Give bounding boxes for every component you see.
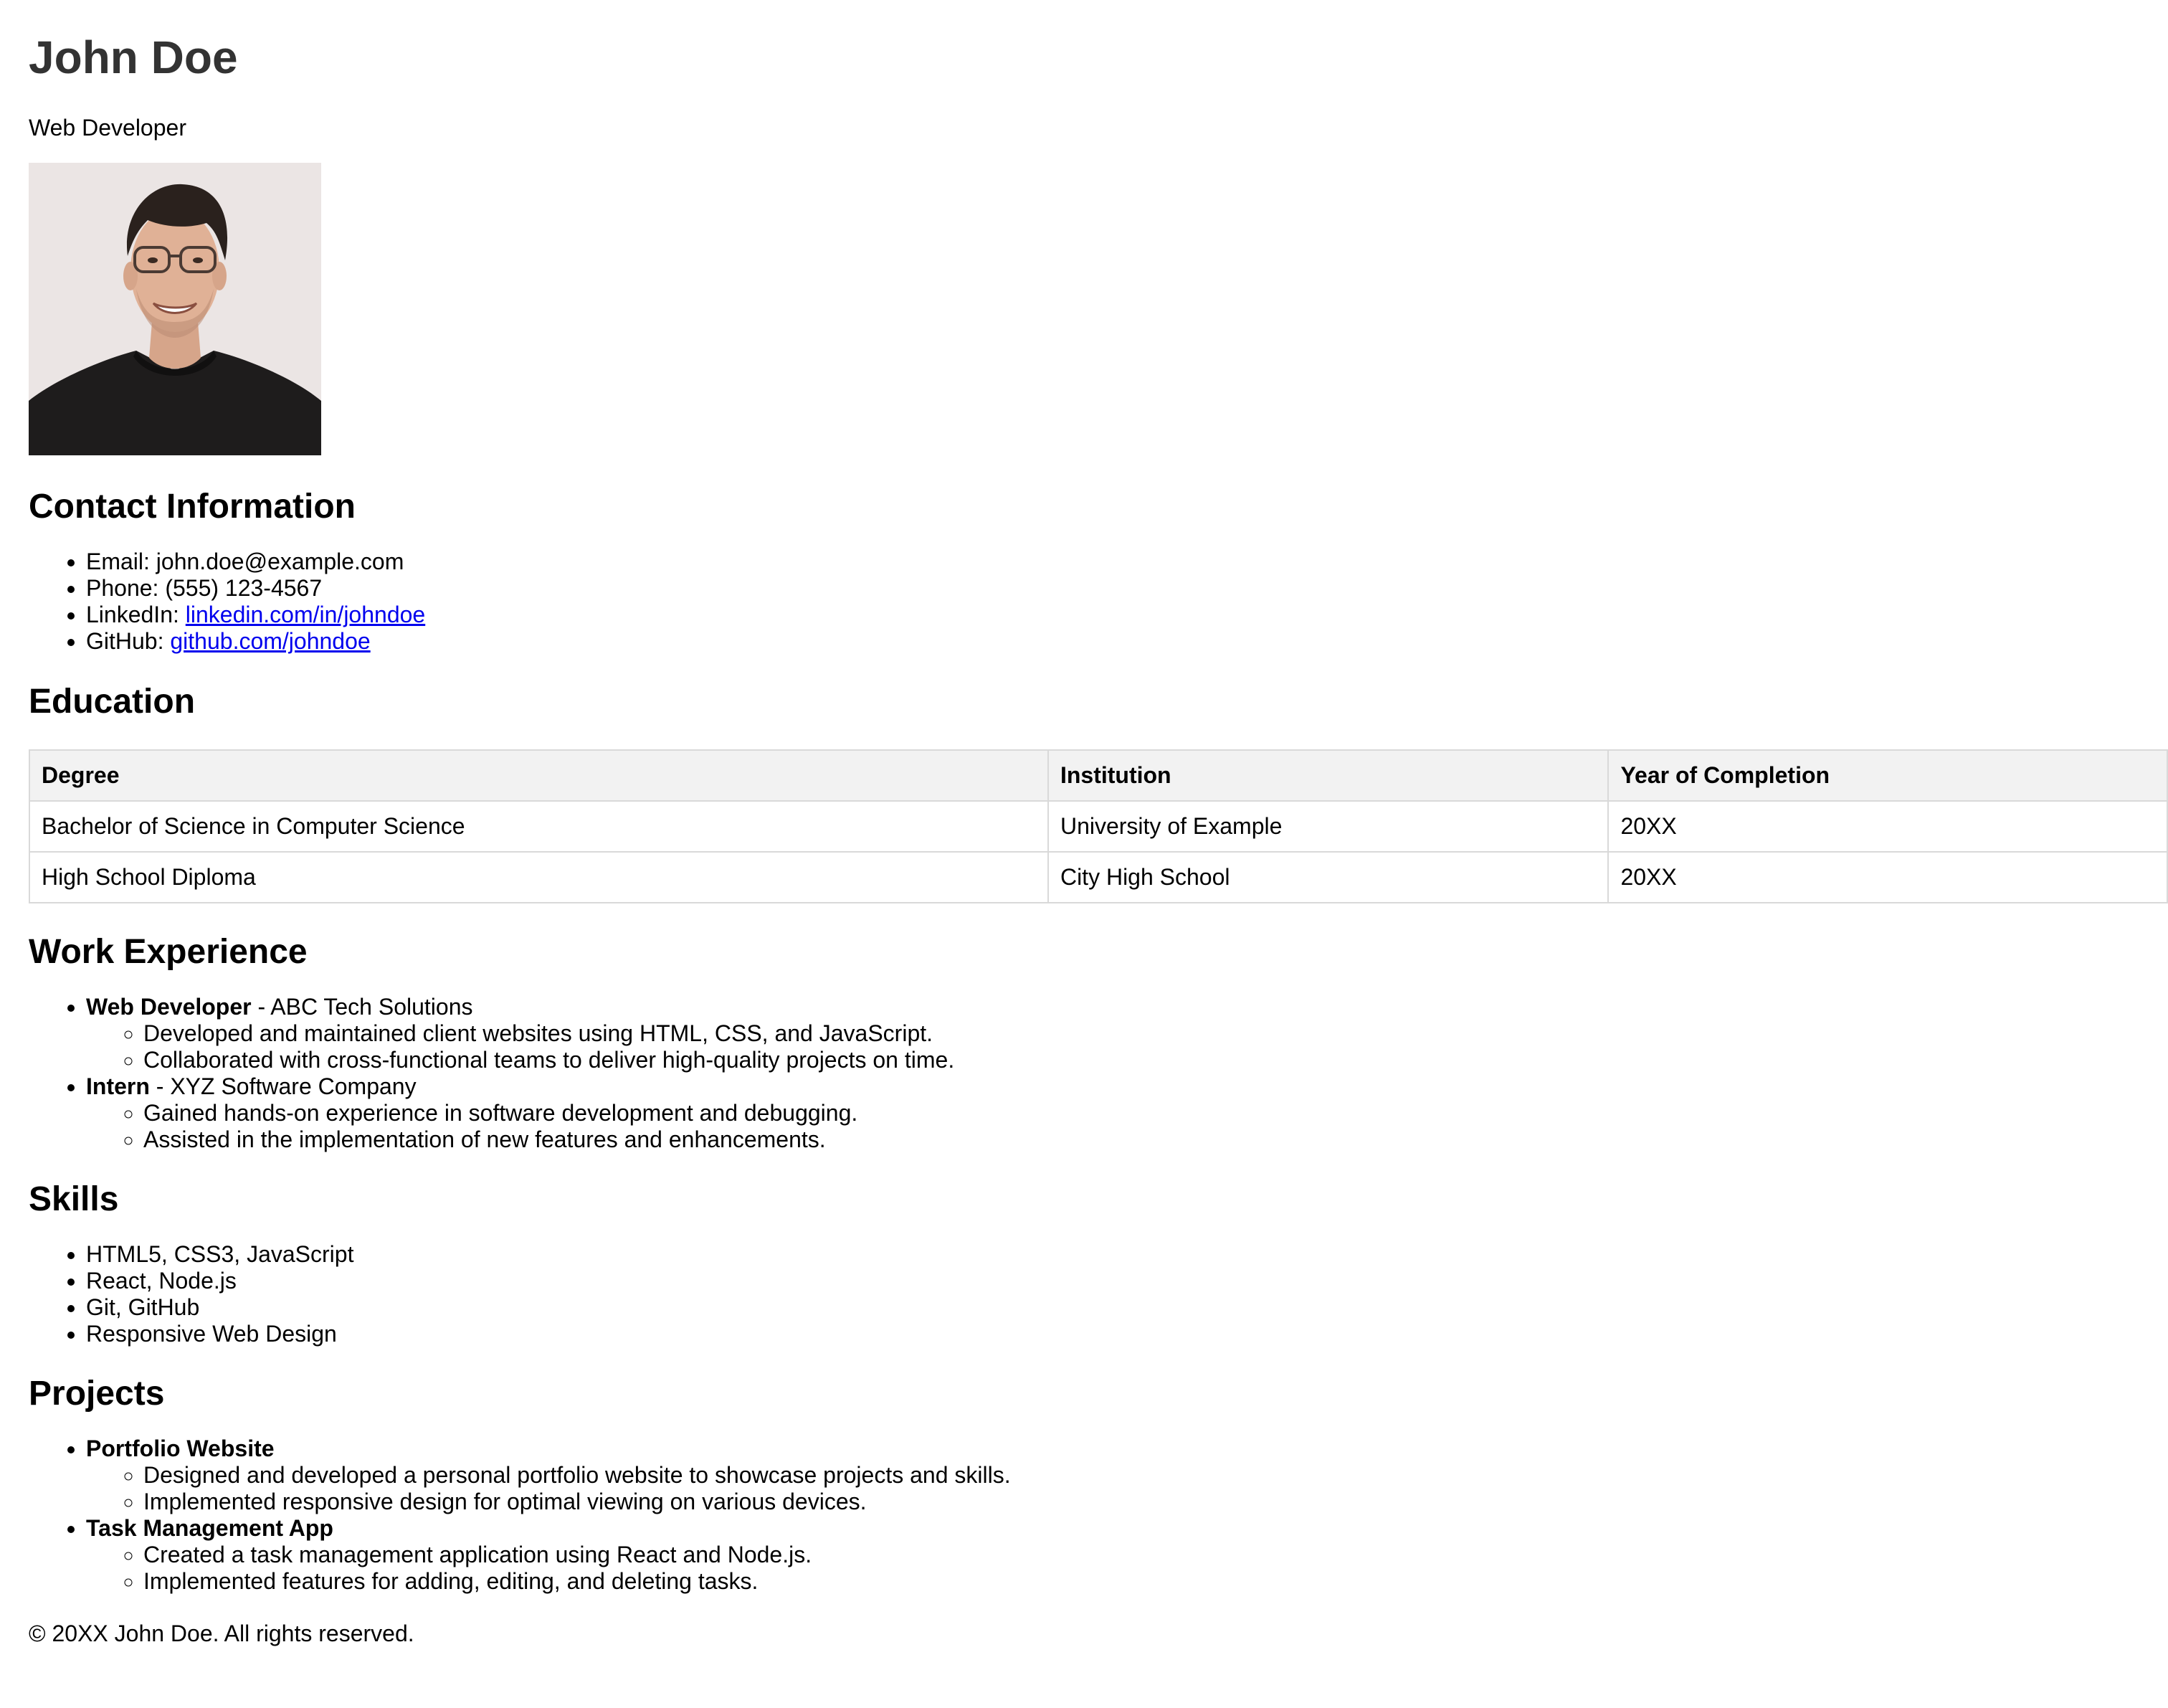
skill-item: React, Node.js — [86, 1268, 2139, 1294]
project-detail: Designed and developed a personal portfo… — [143, 1462, 2139, 1489]
work-experience-heading: Work Experience — [29, 933, 308, 971]
project-detail: Created a task management application us… — [143, 1542, 2139, 1568]
project-name: Task Management App — [86, 1515, 333, 1541]
project-item: Task Management App Created a task manag… — [86, 1515, 2139, 1595]
job-detail: Gained hands-on experience in software d… — [143, 1100, 2139, 1126]
skill-item: HTML5, CSS3, JavaScript — [86, 1241, 2139, 1268]
job-company: - ABC Tech Solutions — [251, 994, 473, 1020]
contact-phone: Phone: (555) 123-4567 — [86, 575, 2139, 602]
column-header-institution: Institution — [1047, 749, 1610, 802]
profile-photo-illustration — [29, 163, 321, 455]
contact-list: Email: john.doe@example.com Phone: (555)… — [29, 549, 2139, 655]
project-name: Portfolio Website — [86, 1436, 275, 1461]
job-detail: Assisted in the implementation of new fe… — [143, 1126, 2139, 1153]
github-label: GitHub: — [86, 628, 171, 654]
contact-heading: Contact Information — [29, 488, 356, 526]
project-item: Portfolio Website Designed and developed… — [86, 1436, 2139, 1515]
table-row: Bachelor of Science in Computer Science … — [29, 800, 2168, 853]
job-detail: Collaborated with cross-functional teams… — [143, 1047, 2139, 1073]
job-title: Web Developer — [29, 115, 186, 141]
column-header-year: Year of Completion — [1607, 749, 2168, 802]
job-item: Web Developer - ABC Tech Solutions Devel… — [86, 994, 2139, 1073]
phone-value: (555) 123-4567 — [165, 575, 323, 601]
work-list: Web Developer - ABC Tech Solutions Devel… — [29, 994, 2139, 1153]
job-role: Web Developer — [86, 994, 252, 1020]
project-details: Created a task management application us… — [86, 1542, 2139, 1595]
linkedin-label: LinkedIn: — [86, 602, 186, 627]
email-value: john.doe@example.com — [156, 549, 404, 574]
skill-item: Responsive Web Design — [86, 1321, 2139, 1347]
github-link[interactable]: github.com/johndoe — [170, 628, 370, 654]
project-detail: Implemented responsive design for optima… — [143, 1489, 2139, 1515]
projects-heading: Projects — [29, 1375, 165, 1413]
linkedin-link[interactable]: linkedin.com/in/johndoe — [186, 602, 425, 627]
footer-copyright: © 20XX John Doe. All rights reserved. — [29, 1621, 414, 1646]
institution-cell: University of Example — [1047, 800, 1610, 853]
profile-photo — [29, 163, 321, 455]
phone-label: Phone: — [86, 575, 166, 601]
education-heading: Education — [29, 683, 196, 721]
skill-item: Git, GitHub — [86, 1294, 2139, 1321]
education-table: Degree Institution Year of Completion Ba… — [29, 749, 2168, 903]
job-role: Intern — [86, 1073, 150, 1099]
job-detail: Developed and maintained client websites… — [143, 1020, 2139, 1047]
degree-cell: Bachelor of Science in Computer Science — [29, 800, 1049, 853]
project-details: Designed and developed a personal portfo… — [86, 1462, 2139, 1515]
contact-github: GitHub: github.com/johndoe — [86, 628, 2139, 655]
projects-list: Portfolio Website Designed and developed… — [29, 1436, 2139, 1595]
contact-email: Email: john.doe@example.com — [86, 549, 2139, 575]
job-details: Gained hands-on experience in software d… — [86, 1100, 2139, 1153]
skills-heading: Skills — [29, 1180, 119, 1218]
job-company: - XYZ Software Company — [149, 1073, 417, 1099]
year-cell: 20XX — [1607, 800, 2168, 853]
email-label: Email: — [86, 549, 156, 574]
institution-cell: City High School — [1047, 851, 1610, 903]
contact-linkedin: LinkedIn: linkedin.com/in/johndoe — [86, 602, 2139, 628]
year-cell: 20XX — [1607, 851, 2168, 903]
resume-page: John Doe Web Developer Contact Informati… — [0, 0, 2168, 1708]
job-item: Intern - XYZ Software Company Gained han… — [86, 1073, 2139, 1153]
skills-list: HTML5, CSS3, JavaScript React, Node.js G… — [29, 1241, 2139, 1347]
table-header-row: Degree Institution Year of Completion — [29, 749, 2168, 802]
column-header-degree: Degree — [29, 749, 1049, 802]
job-details: Developed and maintained client websites… — [86, 1020, 2139, 1073]
project-detail: Implemented features for adding, editing… — [143, 1568, 2139, 1595]
page-title: John Doe — [29, 32, 238, 83]
degree-cell: High School Diploma — [29, 851, 1049, 903]
table-row: High School Diploma City High School 20X… — [29, 851, 2168, 903]
